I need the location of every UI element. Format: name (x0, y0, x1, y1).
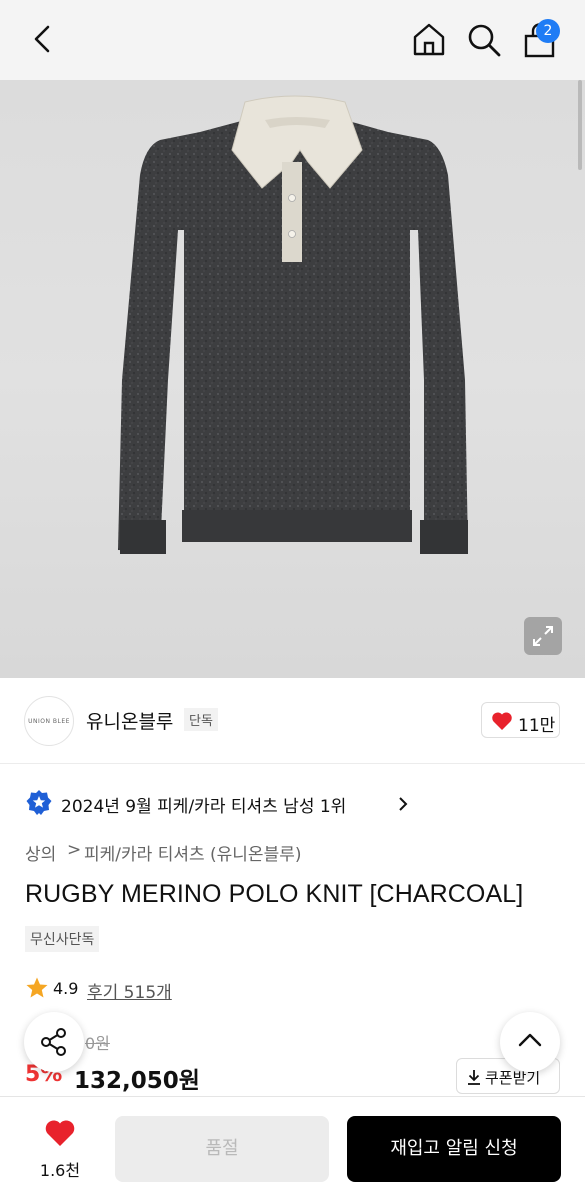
brand-name[interactable]: 유니온블루 (86, 707, 173, 734)
heart-icon (492, 712, 512, 730)
scroll-to-top-button[interactable] (500, 1012, 560, 1072)
chevron-up-icon (518, 1033, 542, 1047)
original-price: 0원 (85, 1034, 110, 1053)
breadcrumb-subcategory[interactable]: 피케/카라 티셔츠 (유니온블루) (84, 840, 301, 865)
ranking-badge-icon (26, 790, 52, 815)
back-icon[interactable] (26, 22, 60, 56)
rating-value: 4.9 (53, 979, 79, 998)
wishlist-button[interactable]: 1.6천 (30, 1119, 90, 1181)
product-image[interactable] (0, 80, 585, 678)
cart-count-badge: 2 (536, 19, 560, 43)
review-count-link[interactable]: 후기 515개 (87, 978, 172, 1003)
brand-like-button[interactable]: 11만 (481, 702, 560, 738)
scrollbar[interactable] (578, 80, 582, 170)
ranking-text: 2024년 9월 피케/카라 티셔츠 남성 1위 (61, 797, 347, 817)
brand-exclusive-tag: 단독 (184, 708, 218, 731)
share-icon (41, 1028, 66, 1056)
home-icon[interactable] (410, 20, 448, 58)
expand-image-button[interactable] (524, 617, 562, 655)
bottom-action-bar: 1.6천 품절 재입고 알림 신청 (0, 1096, 585, 1200)
breadcrumb-category[interactable]: 상의 (25, 840, 56, 865)
ranking-banner[interactable]: 2024년 9월 피케/카라 티셔츠 남성 1위 (26, 788, 426, 820)
product-title: RUGBY MERINO POLO KNIT [CHARCOAL] (25, 880, 524, 908)
breadcrumb-separator: > (67, 840, 82, 860)
heart-icon (45, 1120, 75, 1146)
rating-row: 4.9 후기 515개 (25, 976, 325, 1003)
restock-alert-button[interactable]: 재입고 알림 신청 (347, 1116, 561, 1182)
expand-icon (533, 626, 553, 646)
share-button[interactable] (24, 1012, 84, 1072)
brand-row: UNION BLEE 유니온블루 단독 11만 (0, 678, 585, 764)
exclusive-badge: 무신사단독 (25, 926, 100, 952)
sold-out-button[interactable]: 품절 (115, 1116, 329, 1182)
top-navigation-bar: 2 (0, 0, 585, 80)
sweater-image (118, 95, 468, 554)
download-icon (468, 1070, 480, 1085)
search-icon[interactable] (466, 22, 502, 58)
brand-logo[interactable]: UNION BLEE (24, 696, 74, 746)
wishlist-count: 1.6천 (39, 1161, 81, 1180)
sale-price: 132,050원 (74, 1068, 200, 1094)
star-icon (26, 977, 48, 998)
brand-like-count: 11만 (518, 716, 556, 736)
chevron-right-icon (399, 797, 408, 811)
